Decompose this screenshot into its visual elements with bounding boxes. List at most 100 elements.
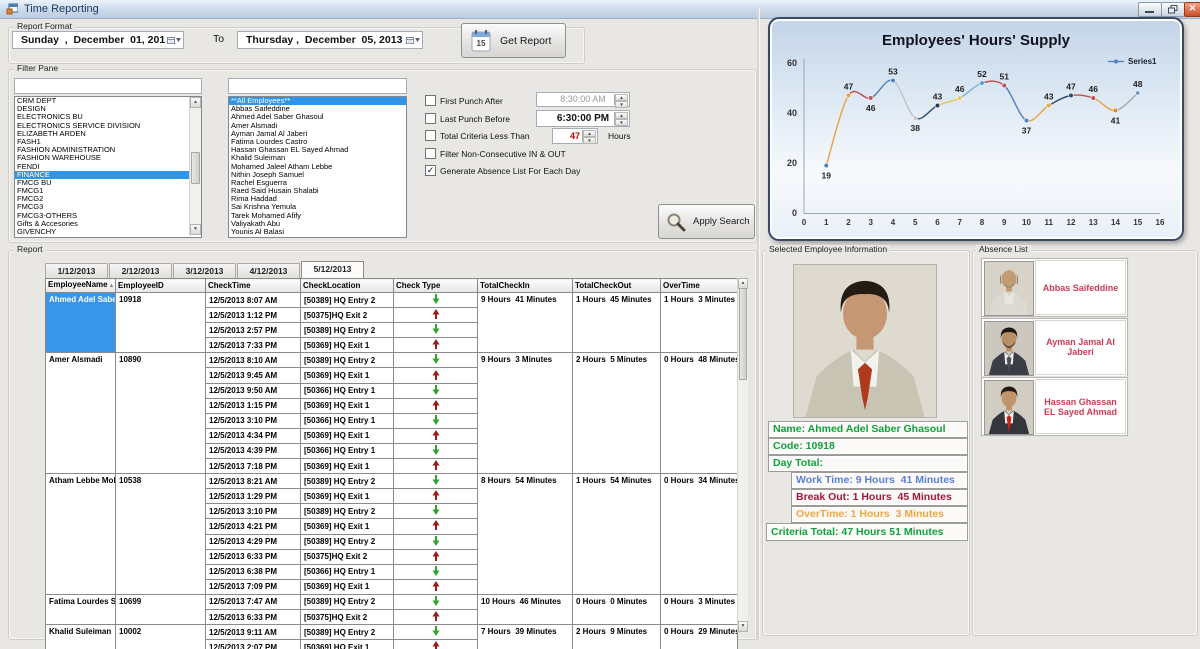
check-time-cell[interactable]: 12/5/2013 7:33 PM bbox=[206, 338, 301, 353]
tab-1-12-2013[interactable]: 1/12/2013 bbox=[45, 263, 108, 279]
check-location-cell[interactable]: [50369] HQ Exit 1 bbox=[301, 338, 394, 353]
department-search-input[interactable] bbox=[14, 78, 202, 94]
column-header-checklocation[interactable]: CheckLocation bbox=[301, 279, 394, 293]
check-time-cell[interactable]: 12/5/2013 2:57 PM bbox=[206, 323, 301, 338]
check-time-cell[interactable]: 12/5/2013 4:39 PM bbox=[206, 443, 301, 458]
checkbox-box[interactable]: ✓ bbox=[425, 165, 436, 176]
check-location-cell[interactable]: [50375]HQ Exit 2 bbox=[301, 609, 394, 624]
employee-listbox[interactable]: **All Employees**Abbas SaifeddineAhmed A… bbox=[228, 96, 407, 238]
check-type-cell[interactable] bbox=[394, 625, 478, 640]
overtime-cell[interactable]: 0 Hours 29 Minutes bbox=[661, 625, 738, 649]
check-time-cell[interactable]: 12/5/2013 8:07 AM bbox=[206, 293, 301, 308]
check-type-cell[interactable] bbox=[394, 443, 478, 458]
check-location-cell[interactable]: [50389] HQ Entry 2 bbox=[301, 293, 394, 308]
total-checkin-cell[interactable]: 10 Hours 46 Minutes bbox=[478, 594, 573, 624]
check-location-cell[interactable]: [50369] HQ Exit 1 bbox=[301, 398, 394, 413]
minimize-button[interactable] bbox=[1138, 2, 1162, 17]
checkbox-box[interactable] bbox=[425, 130, 436, 141]
check-location-cell[interactable]: [50369] HQ Exit 1 bbox=[301, 368, 394, 383]
column-header-totalcheckin[interactable]: TotalCheckIn bbox=[478, 279, 573, 293]
last-punch-time-spinner[interactable]: 6:30:00 PM ▲▼ bbox=[536, 110, 630, 127]
check-location-cell[interactable]: [50389] HQ Entry 2 bbox=[301, 534, 394, 549]
absence-entry[interactable]: Abbas Saifeddine bbox=[981, 258, 1128, 317]
total-checkout-cell[interactable]: 2 Hours 5 Minutes bbox=[573, 353, 661, 474]
check-location-cell[interactable]: [50389] HQ Entry 2 bbox=[301, 323, 394, 338]
check-type-cell[interactable] bbox=[394, 594, 478, 609]
list-item[interactable]: ELIZABETH ARDEN bbox=[15, 130, 201, 138]
overtime-cell[interactable]: 0 Hours 3 Minutes bbox=[661, 594, 738, 624]
check-time-cell[interactable]: 12/5/2013 6:33 PM bbox=[206, 609, 301, 624]
checkbox-box[interactable] bbox=[425, 113, 436, 124]
check-location-cell[interactable]: [50369] HQ Exit 1 bbox=[301, 459, 394, 474]
time-spin-buttons[interactable]: ▲▼ bbox=[614, 112, 628, 125]
employee-name-cell[interactable]: Ahmed Adel Saber Gh... bbox=[46, 293, 116, 353]
checkbox-filter-non-consecutive-in-out[interactable]: Filter Non-Consecutive IN & OUT bbox=[425, 148, 566, 159]
close-button[interactable]: ✕ bbox=[1184, 2, 1200, 17]
employee-id-cell[interactable]: 10002 bbox=[116, 625, 206, 649]
check-location-cell[interactable]: [50389] HQ Entry 2 bbox=[301, 504, 394, 519]
check-type-cell[interactable] bbox=[394, 504, 478, 519]
check-type-cell[interactable] bbox=[394, 293, 478, 308]
checkbox-box[interactable] bbox=[425, 95, 436, 106]
check-type-cell[interactable] bbox=[394, 338, 478, 353]
check-time-cell[interactable]: 12/5/2013 8:21 AM bbox=[206, 474, 301, 489]
check-location-cell[interactable]: [50389] HQ Entry 2 bbox=[301, 353, 394, 368]
check-type-cell[interactable] bbox=[394, 579, 478, 594]
check-time-cell[interactable]: 12/5/2013 1:15 PM bbox=[206, 398, 301, 413]
check-type-cell[interactable] bbox=[394, 474, 478, 489]
check-type-cell[interactable] bbox=[394, 549, 478, 564]
from-date-dropdown[interactable] bbox=[165, 33, 182, 47]
check-location-cell[interactable]: [50366] HQ Entry 1 bbox=[301, 413, 394, 428]
tab-2-12-2013[interactable]: 2/12/2013 bbox=[109, 263, 172, 279]
column-header-totalcheckout[interactable]: TotalCheckOut bbox=[573, 279, 661, 293]
employee-search-input[interactable] bbox=[228, 78, 407, 94]
check-time-cell[interactable]: 12/5/2013 9:45 AM bbox=[206, 368, 301, 383]
column-header-checktime[interactable]: CheckTime bbox=[206, 279, 301, 293]
check-location-cell[interactable]: [50366] HQ Entry 1 bbox=[301, 443, 394, 458]
column-header-employeeid[interactable]: EmployeeID bbox=[116, 279, 206, 293]
total-checkin-cell[interactable]: 8 Hours 54 Minutes bbox=[478, 474, 573, 595]
checkbox-first-punch-after[interactable]: First Punch After bbox=[425, 95, 503, 106]
check-location-cell[interactable]: [50389] HQ Entry 2 bbox=[301, 474, 394, 489]
column-header-check-type[interactable]: Check Type bbox=[394, 279, 478, 293]
check-location-cell[interactable]: [50369] HQ Exit 1 bbox=[301, 519, 394, 534]
scroll-down-arrow[interactable]: ▼ bbox=[738, 621, 748, 632]
check-type-cell[interactable] bbox=[394, 353, 478, 368]
check-location-cell[interactable]: [50369] HQ Exit 1 bbox=[301, 640, 394, 649]
check-time-cell[interactable]: 12/5/2013 1:29 PM bbox=[206, 489, 301, 504]
to-date-dropdown[interactable] bbox=[404, 33, 421, 47]
check-type-cell[interactable] bbox=[394, 459, 478, 474]
list-item[interactable]: FASHION WAREHOUSE bbox=[15, 154, 201, 162]
check-time-cell[interactable]: 12/5/2013 3:10 PM bbox=[206, 413, 301, 428]
check-location-cell[interactable]: [50369] HQ Exit 1 bbox=[301, 428, 394, 443]
total-checkin-cell[interactable]: 7 Hours 39 Minutes bbox=[478, 625, 573, 649]
employee-id-cell[interactable]: 10538 bbox=[116, 474, 206, 595]
checkbox-total-criteria-less-than[interactable]: Total Criteria Less Than bbox=[425, 130, 530, 141]
get-report-button[interactable]: 15 Get Report bbox=[461, 23, 566, 58]
check-type-cell[interactable] bbox=[394, 308, 478, 323]
scrollbar-thumb[interactable] bbox=[739, 288, 747, 380]
restore-button[interactable] bbox=[1161, 2, 1185, 17]
check-type-cell[interactable] bbox=[394, 398, 478, 413]
absence-entry[interactable]: Ayman Jamal Al Jaberi bbox=[981, 318, 1128, 377]
first-punch-time-spinner[interactable]: 8:30:00 AM ▲▼ bbox=[536, 92, 630, 107]
check-time-cell[interactable]: 12/5/2013 7:09 PM bbox=[206, 579, 301, 594]
employee-id-cell[interactable]: 10699 bbox=[116, 594, 206, 624]
total-checkin-cell[interactable]: 9 Hours 41 Minutes bbox=[478, 293, 573, 353]
overtime-cell[interactable]: 0 Hours 34 Minutes bbox=[661, 474, 738, 595]
check-type-cell[interactable] bbox=[394, 519, 478, 534]
check-time-cell[interactable]: 12/5/2013 7:47 AM bbox=[206, 594, 301, 609]
total-checkin-cell[interactable]: 9 Hours 3 Minutes bbox=[478, 353, 573, 474]
total-checkout-cell[interactable]: 1 Hours 54 Minutes bbox=[573, 474, 661, 595]
check-location-cell[interactable]: [50375]HQ Exit 2 bbox=[301, 549, 394, 564]
criteria-hours-spinner[interactable]: 47 ▲▼ bbox=[552, 128, 598, 144]
check-time-cell[interactable]: 12/5/2013 1:12 PM bbox=[206, 308, 301, 323]
scrollbar-thumb[interactable] bbox=[191, 152, 200, 184]
tab-5-12-2013[interactable]: 5/12/2013 bbox=[301, 261, 364, 279]
employee-name-cell[interactable]: Khalid Suleiman bbox=[46, 625, 116, 649]
check-location-cell[interactable]: [50369] HQ Exit 1 bbox=[301, 489, 394, 504]
check-time-cell[interactable]: 12/5/2013 4:29 PM bbox=[206, 534, 301, 549]
employee-name-cell[interactable]: Fatima Lourdes Saria bbox=[46, 594, 116, 624]
time-spin-buttons[interactable]: ▲▼ bbox=[614, 94, 628, 105]
check-time-cell[interactable]: 12/5/2013 4:34 PM bbox=[206, 428, 301, 443]
